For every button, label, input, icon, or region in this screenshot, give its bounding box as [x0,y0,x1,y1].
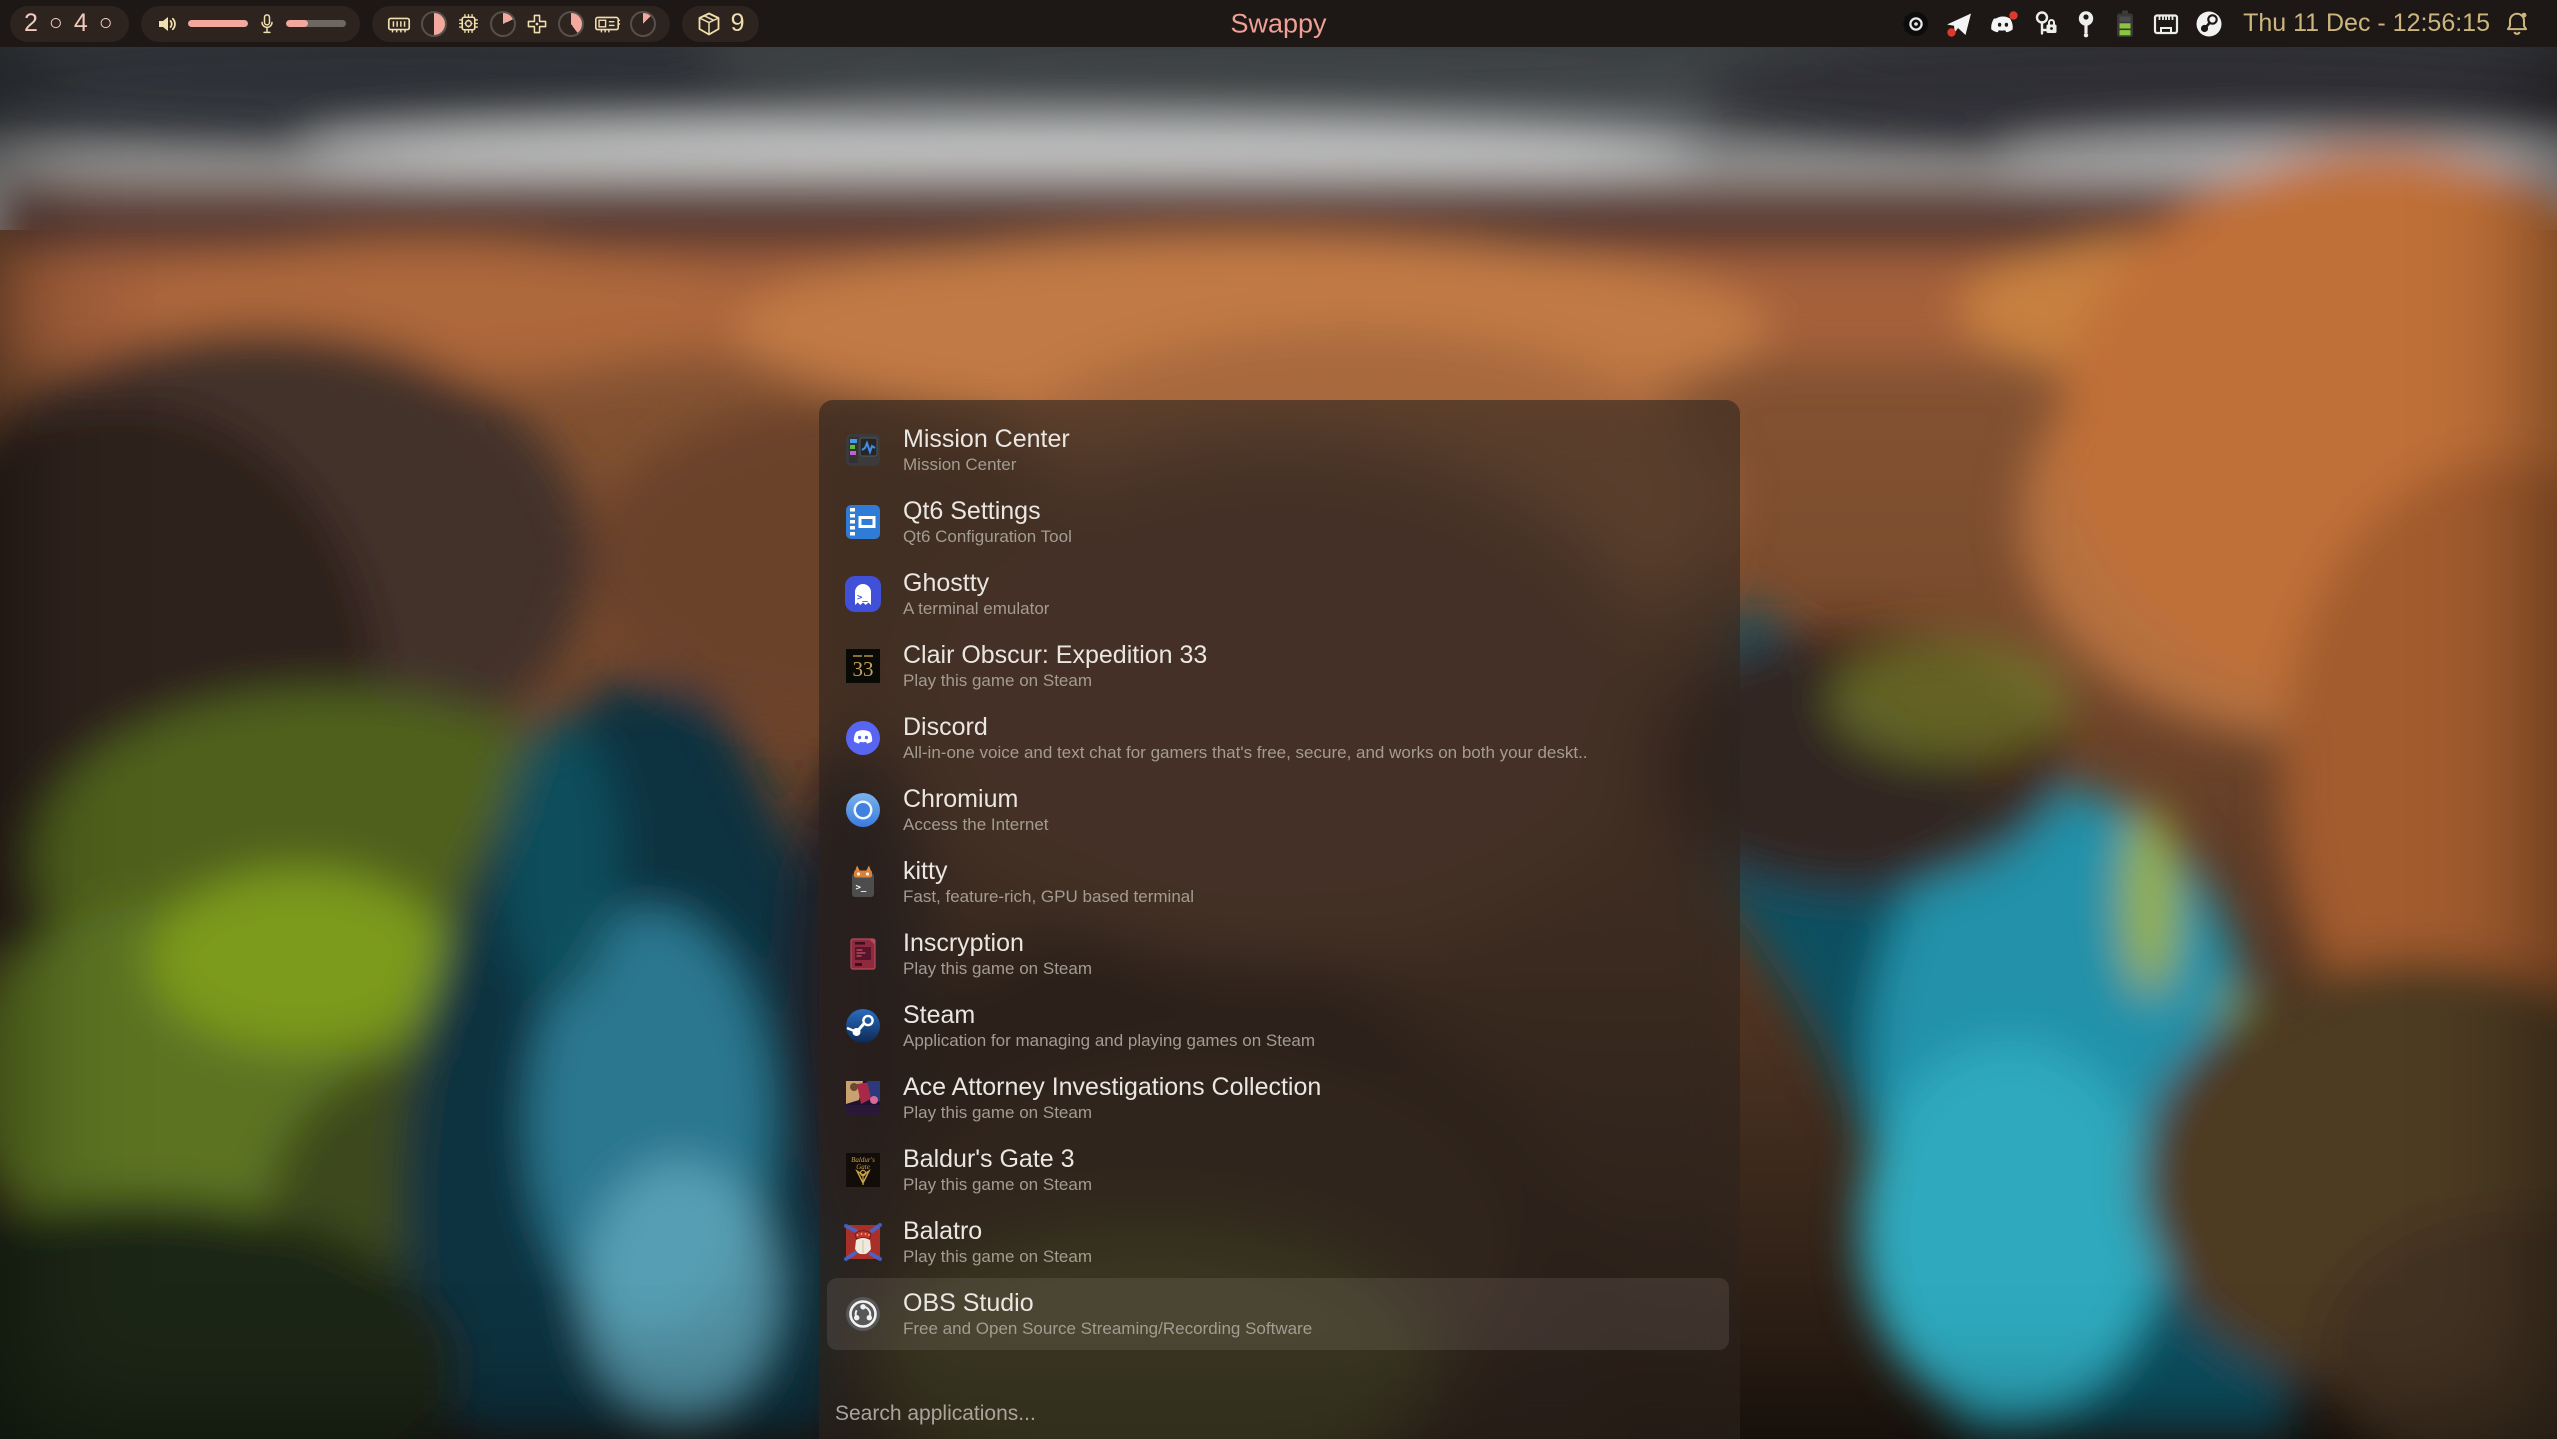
keepassxc-tray-icon[interactable] [2032,9,2060,39]
app-description: Qt6 Configuration Tool [903,526,1072,548]
updates-module[interactable]: 9 [682,6,759,42]
app-name: Discord [903,712,1588,742]
mic-slider-fill [286,20,309,27]
launcher-item-chromium[interactable]: ChromiumAccess the Internet [827,774,1729,846]
app-description: Play this game on Steam [903,670,1207,692]
cpu-usage-gauge [490,11,516,37]
keyring-tray-icon[interactable] [2073,9,2099,39]
launcher-item-ace-attorney[interactable]: Ace Attorney Investigations CollectionPl… [827,1062,1729,1134]
workspace-2[interactable]: 2 [24,9,40,38]
launcher-item-balatro[interactable]: BalatroPlay this game on Steam [827,1206,1729,1278]
desktop: 2 ○ 4 ○ [0,0,2557,1439]
workspace-empty-icon[interactable]: ○ [49,9,65,36]
workspaces-module[interactable]: 2 ○ 4 ○ [10,6,129,42]
gamepad-usage-gauge [558,11,584,37]
app-name: Steam [903,1000,1315,1030]
svg-text:>_: >_ [856,883,867,893]
app-name: Ace Attorney Investigations Collection [903,1072,1321,1102]
kitty-icon: >_ [843,862,883,902]
steelseries-tray-icon[interactable] [1901,9,1931,39]
package-icon [696,11,722,37]
system-gauges-module[interactable] [372,6,670,42]
launcher-item-kitty[interactable]: >_ kittyFast, feature-rich, GPU based te… [827,846,1729,918]
app-name: Baldur's Gate 3 [903,1144,1092,1174]
launcher-item-clair-obscur[interactable]: 33 Clair Obscur: Expedition 33Play this … [827,630,1729,702]
launcher-item-inscryption[interactable]: InscryptionPlay this game on Steam [827,918,1729,990]
discord-icon [843,718,883,758]
launcher-item-qt6-settings[interactable]: Qt6 SettingsQt6 Configuration Tool [827,486,1729,558]
search-row [833,1401,1726,1427]
inscryption-icon [843,934,883,974]
svg-text:33: 33 [853,657,874,681]
cpu-icon [456,11,481,36]
app-launcher: Mission CenterMission Center Qt6 Setting… [819,400,1740,1439]
launcher-item-ghostty[interactable]: >_ GhosttyA terminal emulator [827,558,1729,630]
updates-count: 9 [731,9,745,38]
launcher-item-obs-studio[interactable]: OBS StudioFree and Open Source Streaming… [827,1278,1729,1350]
chromium-icon [843,790,883,830]
launcher-item-mission-center[interactable]: Mission CenterMission Center [827,414,1729,486]
audio-module[interactable] [141,6,360,42]
bar-right-modules: Thu 11 Dec - 12:56:15 [1901,0,2531,47]
workspace-4[interactable]: 4 [74,9,90,38]
app-name: Chromium [903,784,1049,814]
app-description: Free and Open Source Streaming/Recording… [903,1318,1312,1340]
app-name: Mission Center [903,424,1070,454]
baldurs-gate-3-icon: Baldur'sGate [843,1150,883,1190]
bar-left-modules: 2 ○ 4 ○ [10,6,759,42]
window-title: Swappy [1230,8,1326,39]
volume-slider-fill [188,20,248,27]
steam-tray-icon[interactable] [2194,9,2224,39]
mic-slider[interactable] [286,20,346,27]
qt6-settings-icon [843,502,883,542]
app-name: Balatro [903,1216,1092,1246]
notification-bell-icon[interactable] [2503,9,2531,39]
workspace-empty-icon[interactable]: ○ [99,9,115,36]
app-description: Mission Center [903,454,1070,476]
balatro-icon [843,1222,883,1262]
svg-text:>_: >_ [857,593,868,603]
telegram-tray-icon[interactable] [1944,9,1974,39]
launcher-item-discord[interactable]: DiscordAll-in-one voice and text chat fo… [827,702,1729,774]
volume-slider[interactable] [188,20,248,27]
app-name: Clair Obscur: Expedition 33 [903,640,1207,670]
mission-center-icon [843,430,883,470]
search-input[interactable] [833,1401,1730,1427]
gpu-usage-gauge [630,11,656,37]
microphone-icon [257,13,277,35]
top-bar: 2 ○ 4 ○ [0,0,2557,47]
app-description: Play this game on Steam [903,958,1092,980]
app-description: All-in-one voice and text chat for gamer… [903,742,1588,764]
ethernet-tray-icon[interactable] [2151,9,2181,39]
app-description: Play this game on Steam [903,1246,1092,1268]
ghostty-icon: >_ [843,574,883,614]
steam-icon [843,1006,883,1046]
gpu-icon [593,12,621,36]
ace-attorney-icon [843,1078,883,1118]
app-description: Play this game on Steam [903,1174,1092,1196]
gamepad-icon [525,12,549,36]
app-name: Ghostty [903,568,1049,598]
clock[interactable]: Thu 11 Dec - 12:56:15 [2243,9,2490,38]
app-description: Access the Internet [903,814,1049,836]
app-name: Qt6 Settings [903,496,1072,526]
memory-usage-gauge [421,11,447,37]
app-description: Play this game on Steam [903,1102,1321,1124]
battery-tray-icon[interactable] [2112,8,2138,40]
app-list: Mission CenterMission Center Qt6 Setting… [819,414,1740,1350]
obs-studio-icon [843,1294,883,1334]
app-description: Fast, feature-rich, GPU based terminal [903,886,1194,908]
app-description: A terminal emulator [903,598,1049,620]
launcher-item-steam[interactable]: SteamApplication for managing and playin… [827,990,1729,1062]
app-name: OBS Studio [903,1288,1312,1318]
memory-icon [386,11,412,37]
app-name: Inscryption [903,928,1092,958]
discord-tray-icon[interactable] [1987,9,2019,39]
launcher-item-baldurs-gate-3[interactable]: Baldur'sGate Baldur's Gate 3Play this ga… [827,1134,1729,1206]
clair-obscur-expedition-33-icon: 33 [843,646,883,686]
speaker-icon [155,12,179,36]
app-name: kitty [903,856,1194,886]
app-description: Application for managing and playing gam… [903,1030,1315,1052]
